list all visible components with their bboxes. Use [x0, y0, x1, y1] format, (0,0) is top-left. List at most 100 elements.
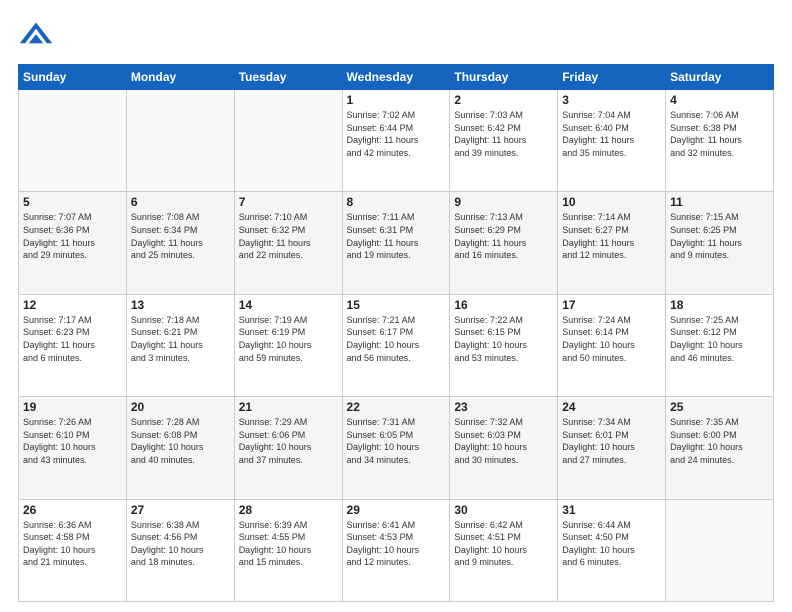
day-number: 17	[562, 298, 661, 312]
calendar-week-row: 12 Sunrise: 7:17 AM Sunset: 6:23 PM Dayli…	[19, 294, 774, 396]
logo	[18, 18, 58, 54]
calendar-day-6: 6 Sunrise: 7:08 AM Sunset: 6:34 PM Daylig…	[126, 192, 234, 294]
day-info: Sunrise: 7:21 AM Sunset: 6:17 PM Dayligh…	[347, 314, 446, 364]
day-header-friday: Friday	[558, 65, 666, 90]
day-info: Sunrise: 7:08 AM Sunset: 6:34 PM Dayligh…	[131, 211, 230, 261]
calendar-day-23: 23 Sunrise: 7:32 AM Sunset: 6:03 PM Dayli…	[450, 397, 558, 499]
day-info: Sunrise: 7:11 AM Sunset: 6:31 PM Dayligh…	[347, 211, 446, 261]
day-number: 31	[562, 503, 661, 517]
day-number: 18	[670, 298, 769, 312]
calendar-day-empty	[234, 90, 342, 192]
day-info: Sunrise: 7:02 AM Sunset: 6:44 PM Dayligh…	[347, 109, 446, 159]
day-header-wednesday: Wednesday	[342, 65, 450, 90]
day-info: Sunrise: 6:38 AM Sunset: 4:56 PM Dayligh…	[131, 519, 230, 569]
day-info: Sunrise: 7:13 AM Sunset: 6:29 PM Dayligh…	[454, 211, 553, 261]
day-number: 8	[347, 195, 446, 209]
day-header-saturday: Saturday	[666, 65, 774, 90]
calendar-day-13: 13 Sunrise: 7:18 AM Sunset: 6:21 PM Dayli…	[126, 294, 234, 396]
day-number: 22	[347, 400, 446, 414]
day-number: 1	[347, 93, 446, 107]
calendar-day-empty	[666, 499, 774, 601]
day-number: 24	[562, 400, 661, 414]
day-info: Sunrise: 7:24 AM Sunset: 6:14 PM Dayligh…	[562, 314, 661, 364]
day-number: 28	[239, 503, 338, 517]
calendar-week-row: 5 Sunrise: 7:07 AM Sunset: 6:36 PM Daylig…	[19, 192, 774, 294]
day-number: 20	[131, 400, 230, 414]
calendar-day-17: 17 Sunrise: 7:24 AM Sunset: 6:14 PM Dayli…	[558, 294, 666, 396]
day-number: 26	[23, 503, 122, 517]
day-info: Sunrise: 7:28 AM Sunset: 6:08 PM Dayligh…	[131, 416, 230, 466]
day-info: Sunrise: 7:14 AM Sunset: 6:27 PM Dayligh…	[562, 211, 661, 261]
calendar-day-18: 18 Sunrise: 7:25 AM Sunset: 6:12 PM Dayli…	[666, 294, 774, 396]
calendar-day-19: 19Sunrise: 7:26 AM Sunset: 6:10 PM Dayli…	[19, 397, 127, 499]
calendar-day-29: 29 Sunrise: 6:41 AM Sunset: 4:53 PM Dayli…	[342, 499, 450, 601]
day-info: Sunrise: 7:35 AM Sunset: 6:00 PM Dayligh…	[670, 416, 769, 466]
calendar-day-22: 22Sunrise: 7:31 AM Sunset: 6:05 PM Dayli…	[342, 397, 450, 499]
day-number: 6	[131, 195, 230, 209]
day-info: Sunrise: 7:29 AM Sunset: 6:06 PM Dayligh…	[239, 416, 338, 466]
calendar-day-9: 9 Sunrise: 7:13 AM Sunset: 6:29 PM Daylig…	[450, 192, 558, 294]
calendar-header-row: SundayMondayTuesdayWednesdayThursdayFrid…	[19, 65, 774, 90]
day-header-thursday: Thursday	[450, 65, 558, 90]
calendar-day-30: 30Sunrise: 6:42 AM Sunset: 4:51 PM Dayli…	[450, 499, 558, 601]
day-number: 27	[131, 503, 230, 517]
day-info: Sunrise: 7:06 AM Sunset: 6:38 PM Dayligh…	[670, 109, 769, 159]
day-info: Sunrise: 7:22 AM Sunset: 6:15 PM Dayligh…	[454, 314, 553, 364]
day-info: Sunrise: 7:15 AM Sunset: 6:25 PM Dayligh…	[670, 211, 769, 261]
day-info: Sunrise: 6:44 AM Sunset: 4:50 PM Dayligh…	[562, 519, 661, 569]
day-number: 30	[454, 503, 553, 517]
calendar-day-11: 11 Sunrise: 7:15 AM Sunset: 6:25 PM Dayli…	[666, 192, 774, 294]
day-number: 13	[131, 298, 230, 312]
calendar-day-15: 15 Sunrise: 7:21 AM Sunset: 6:17 PM Dayli…	[342, 294, 450, 396]
day-info: Sunrise: 6:41 AM Sunset: 4:53 PM Dayligh…	[347, 519, 446, 569]
day-number: 2	[454, 93, 553, 107]
day-number: 4	[670, 93, 769, 107]
calendar-table: SundayMondayTuesdayWednesdayThursdayFrid…	[18, 64, 774, 602]
day-number: 23	[454, 400, 553, 414]
day-number: 3	[562, 93, 661, 107]
day-info: Sunrise: 7:25 AM Sunset: 6:12 PM Dayligh…	[670, 314, 769, 364]
day-number: 9	[454, 195, 553, 209]
day-number: 21	[239, 400, 338, 414]
calendar-day-1: 1 Sunrise: 7:02 AM Sunset: 6:44 PM Daylig…	[342, 90, 450, 192]
calendar-day-20: 20 Sunrise: 7:28 AM Sunset: 6:08 PM Dayli…	[126, 397, 234, 499]
calendar-day-7: 7 Sunrise: 7:10 AM Sunset: 6:32 PM Daylig…	[234, 192, 342, 294]
day-number: 29	[347, 503, 446, 517]
calendar-day-21: 21 Sunrise: 7:29 AM Sunset: 6:06 PM Dayli…	[234, 397, 342, 499]
day-number: 7	[239, 195, 338, 209]
day-info: Sunrise: 7:32 AM Sunset: 6:03 PM Dayligh…	[454, 416, 553, 466]
day-info: Sunrise: 7:03 AM Sunset: 6:42 PM Dayligh…	[454, 109, 553, 159]
day-info: Sunrise: 7:18 AM Sunset: 6:21 PM Dayligh…	[131, 314, 230, 364]
calendar-week-row: 26 Sunrise: 6:36 AM Sunset: 4:58 PM Dayli…	[19, 499, 774, 601]
header	[18, 18, 774, 54]
day-info: Sunrise: 7:07 AM Sunset: 6:36 PM Dayligh…	[23, 211, 122, 261]
day-info: Sunrise: 7:26 AM Sunset: 6:10 PM Dayligh…	[23, 416, 122, 466]
calendar-day-25: 25 Sunrise: 7:35 AM Sunset: 6:00 PM Dayli…	[666, 397, 774, 499]
day-info: Sunrise: 7:04 AM Sunset: 6:40 PM Dayligh…	[562, 109, 661, 159]
calendar-week-row: 1 Sunrise: 7:02 AM Sunset: 6:44 PM Daylig…	[19, 90, 774, 192]
day-info: Sunrise: 7:10 AM Sunset: 6:32 PM Dayligh…	[239, 211, 338, 261]
day-info: Sunrise: 6:39 AM Sunset: 4:55 PM Dayligh…	[239, 519, 338, 569]
calendar-day-24: 24 Sunrise: 7:34 AM Sunset: 6:01 PM Dayli…	[558, 397, 666, 499]
calendar-day-3: 3 Sunrise: 7:04 AM Sunset: 6:40 PM Daylig…	[558, 90, 666, 192]
calendar-day-8: 8 Sunrise: 7:11 AM Sunset: 6:31 PM Daylig…	[342, 192, 450, 294]
day-number: 12	[23, 298, 122, 312]
day-number: 14	[239, 298, 338, 312]
calendar-day-10: 10Sunrise: 7:14 AM Sunset: 6:27 PM Dayli…	[558, 192, 666, 294]
calendar-day-26: 26 Sunrise: 6:36 AM Sunset: 4:58 PM Dayli…	[19, 499, 127, 601]
calendar-day-empty	[19, 90, 127, 192]
day-number: 11	[670, 195, 769, 209]
calendar-day-31: 31 Sunrise: 6:44 AM Sunset: 4:50 PM Dayli…	[558, 499, 666, 601]
calendar-day-27: 27 Sunrise: 6:38 AM Sunset: 4:56 PM Dayli…	[126, 499, 234, 601]
calendar-day-empty	[126, 90, 234, 192]
day-info: Sunrise: 7:34 AM Sunset: 6:01 PM Dayligh…	[562, 416, 661, 466]
day-info: Sunrise: 6:36 AM Sunset: 4:58 PM Dayligh…	[23, 519, 122, 569]
calendar-day-12: 12 Sunrise: 7:17 AM Sunset: 6:23 PM Dayli…	[19, 294, 127, 396]
day-number: 5	[23, 195, 122, 209]
day-number: 16	[454, 298, 553, 312]
day-number: 25	[670, 400, 769, 414]
day-info: Sunrise: 7:17 AM Sunset: 6:23 PM Dayligh…	[23, 314, 122, 364]
day-header-tuesday: Tuesday	[234, 65, 342, 90]
day-number: 15	[347, 298, 446, 312]
calendar-day-14: 14Sunrise: 7:19 AM Sunset: 6:19 PM Dayli…	[234, 294, 342, 396]
